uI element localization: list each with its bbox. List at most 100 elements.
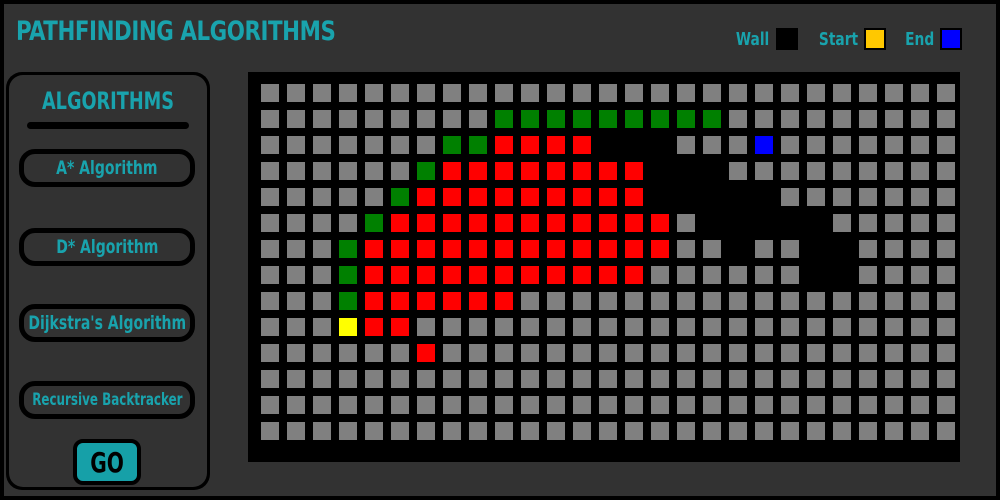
grid-cell-wall[interactable] <box>677 188 695 206</box>
grid-cell-empty[interactable] <box>287 162 305 180</box>
grid-cell-empty[interactable] <box>729 344 747 362</box>
grid-cell-visited[interactable] <box>651 240 669 258</box>
grid-cell-empty[interactable] <box>885 214 903 232</box>
grid-cell-empty[interactable] <box>339 84 357 102</box>
grid-cell-empty[interactable] <box>287 266 305 284</box>
grid-cell-empty[interactable] <box>625 318 643 336</box>
grid-cell-empty[interactable] <box>729 370 747 388</box>
grid-cell-empty[interactable] <box>443 370 461 388</box>
grid-cell-wall[interactable] <box>807 214 825 232</box>
grid-cell-empty[interactable] <box>677 344 695 362</box>
grid-cell-frontier[interactable] <box>547 110 565 128</box>
grid-cell-empty[interactable] <box>937 266 955 284</box>
grid-cell-frontier[interactable] <box>599 110 617 128</box>
grid-cell-empty[interactable] <box>703 318 721 336</box>
grid-cell-visited[interactable] <box>495 292 513 310</box>
grid-cell-empty[interactable] <box>339 370 357 388</box>
grid-cell-visited[interactable] <box>625 214 643 232</box>
grid-cell-frontier[interactable] <box>443 136 461 154</box>
grid-cell-frontier[interactable] <box>339 240 357 258</box>
grid-cell-empty[interactable] <box>703 84 721 102</box>
grid-cell-empty[interactable] <box>261 266 279 284</box>
grid-cell-empty[interactable] <box>495 344 513 362</box>
grid-cell-visited[interactable] <box>495 266 513 284</box>
grid-cell-visited[interactable] <box>573 214 591 232</box>
grid-cell-empty[interactable] <box>729 422 747 440</box>
grid-cell-empty[interactable] <box>807 344 825 362</box>
grid-cell-empty[interactable] <box>937 214 955 232</box>
grid-cell-empty[interactable] <box>521 396 539 414</box>
grid-cell-empty[interactable] <box>573 292 591 310</box>
grid-cell-empty[interactable] <box>443 110 461 128</box>
grid-cell-visited[interactable] <box>365 292 383 310</box>
grid-cell-empty[interactable] <box>937 396 955 414</box>
grid-cell-empty[interactable] <box>313 136 331 154</box>
grid-cell-empty[interactable] <box>885 422 903 440</box>
grid-cell-empty[interactable] <box>859 162 877 180</box>
grid-cell-empty[interactable] <box>885 318 903 336</box>
grid-cell-empty[interactable] <box>859 136 877 154</box>
grid-cell-empty[interactable] <box>573 318 591 336</box>
grid-cell-empty[interactable] <box>781 292 799 310</box>
grid-cell-empty[interactable] <box>677 292 695 310</box>
grid-cell-empty[interactable] <box>729 292 747 310</box>
grid-cell-empty[interactable] <box>469 318 487 336</box>
grid-cell-empty[interactable] <box>859 214 877 232</box>
grid-cell-empty[interactable] <box>703 422 721 440</box>
grid-cell-frontier[interactable] <box>651 110 669 128</box>
grid-cell-empty[interactable] <box>417 110 435 128</box>
grid-cell-empty[interactable] <box>625 344 643 362</box>
grid-cell-empty[interactable] <box>651 84 669 102</box>
grid-cell-visited[interactable] <box>469 240 487 258</box>
grid-cell-empty[interactable] <box>911 214 929 232</box>
grid-cell-empty[interactable] <box>807 318 825 336</box>
grid-cell-empty[interactable] <box>573 422 591 440</box>
grid-cell-empty[interactable] <box>521 318 539 336</box>
grid-cell-empty[interactable] <box>469 370 487 388</box>
grid-cell-empty[interactable] <box>781 110 799 128</box>
grid-cell-empty[interactable] <box>781 396 799 414</box>
grid-cell-visited[interactable] <box>469 214 487 232</box>
grid-cell-empty[interactable] <box>885 344 903 362</box>
grid-cell-empty[interactable] <box>651 422 669 440</box>
grid-cell-empty[interactable] <box>651 396 669 414</box>
grid-cell-empty[interactable] <box>391 370 409 388</box>
grid-cell-visited[interactable] <box>573 266 591 284</box>
grid-cell-empty[interactable] <box>859 344 877 362</box>
grid-cell-empty[interactable] <box>365 422 383 440</box>
grid-cell-visited[interactable] <box>443 240 461 258</box>
grid-cell-wall[interactable] <box>807 240 825 258</box>
grid-cell-empty[interactable] <box>547 318 565 336</box>
grid-cell-empty[interactable] <box>521 370 539 388</box>
grid-cell-visited[interactable] <box>625 162 643 180</box>
grid-cell-visited[interactable] <box>625 266 643 284</box>
grid-cell-empty[interactable] <box>391 136 409 154</box>
grid-cell-wall[interactable] <box>677 162 695 180</box>
grid-cell-frontier[interactable] <box>339 266 357 284</box>
grid-cell-empty[interactable] <box>885 162 903 180</box>
grid-cell-frontier[interactable] <box>469 136 487 154</box>
grid-cell-empty[interactable] <box>313 84 331 102</box>
grid-cell-empty[interactable] <box>755 396 773 414</box>
grid-cell-empty[interactable] <box>521 84 539 102</box>
grid-cell-visited[interactable] <box>521 162 539 180</box>
grid-cell-empty[interactable] <box>833 84 851 102</box>
grid-cell-empty[interactable] <box>833 292 851 310</box>
grid-cell-empty[interactable] <box>313 240 331 258</box>
grid-cell-empty[interactable] <box>625 292 643 310</box>
grid-cell-visited[interactable] <box>495 240 513 258</box>
grid-cell-empty[interactable] <box>755 162 773 180</box>
recursive-backtracker-button[interactable]: Recursive Backtracker <box>19 381 195 419</box>
a-star-button[interactable]: A* Algorithm <box>19 149 195 187</box>
grid-cell-empty[interactable] <box>833 370 851 388</box>
grid-cell-empty[interactable] <box>313 188 331 206</box>
grid-cell-end[interactable] <box>755 136 773 154</box>
grid-cell-empty[interactable] <box>911 84 929 102</box>
grid-cell-empty[interactable] <box>859 266 877 284</box>
grid-cell-empty[interactable] <box>365 110 383 128</box>
grid-cell-empty[interactable] <box>937 422 955 440</box>
grid-cell-empty[interactable] <box>781 188 799 206</box>
grid-cell-visited[interactable] <box>391 214 409 232</box>
grid-cell-wall[interactable] <box>781 214 799 232</box>
grid-cell-empty[interactable] <box>417 396 435 414</box>
